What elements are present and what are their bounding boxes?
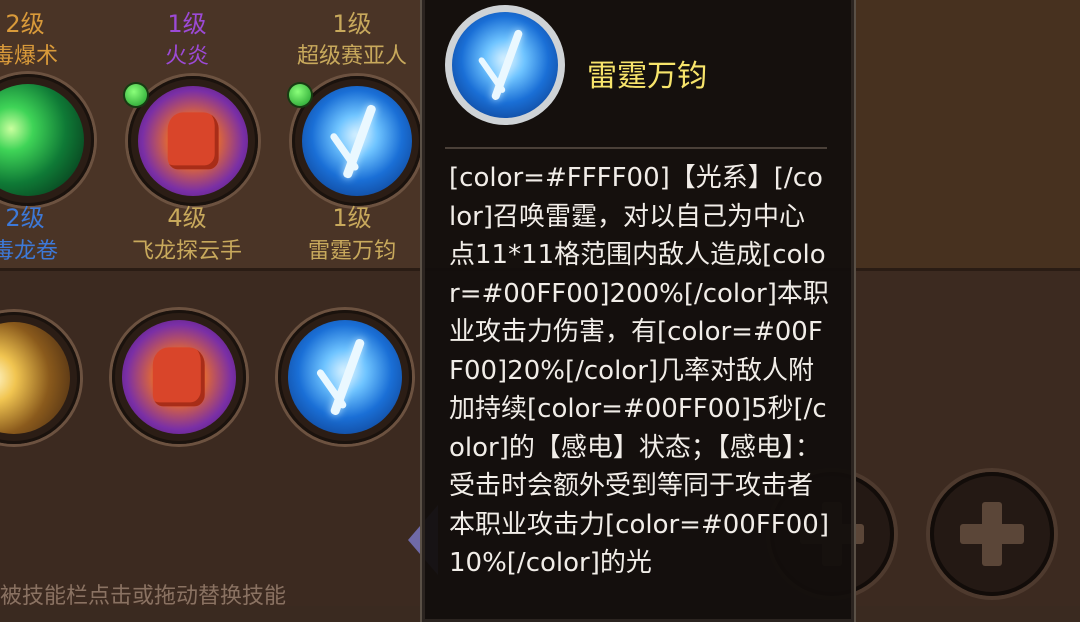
equipped-slot-3[interactable] [278, 310, 412, 444]
new-badge-icon [125, 84, 147, 106]
skill-slot-thunder[interactable] [292, 76, 422, 206]
add-skill-button[interactable] [930, 472, 1054, 596]
skill-level: 1级 [332, 204, 372, 232]
tooltip-title: 雷霆万钧 [587, 59, 707, 94]
skill-name: 毒爆术 [0, 44, 58, 69]
skill-name: 飞龙探云手 [131, 239, 242, 264]
tooltip-description: [color=#FFFF00]【光系】[/color]召唤雷霆，对以自己为中心点… [449, 163, 829, 578]
skill-level: 2级 [5, 204, 45, 232]
skill-tooltip: 雷霆万钧 [color=#FFFF00]【光系】[/color]召唤雷霆，对以自… [422, 0, 854, 622]
hint-text: 被技能栏点击或拖动替换技能 [0, 584, 287, 609]
thunder-icon [288, 320, 402, 434]
equipped-slot-2[interactable] [112, 310, 246, 444]
fist-icon [122, 320, 236, 434]
thunder-icon [452, 12, 558, 118]
right-panel-top [850, 0, 1080, 270]
tooltip-divider [445, 147, 827, 149]
skill-level: 1级 [167, 10, 207, 38]
thunder-icon [302, 86, 412, 196]
skill-name: 超级赛亚人 [296, 44, 407, 69]
skill-level: 2级 [5, 10, 45, 38]
skill-level: 1级 [332, 10, 372, 38]
skill-level: 4级 [167, 204, 207, 232]
new-badge-icon [289, 84, 311, 106]
skill-slot-dragon-hand[interactable] [128, 76, 258, 206]
skill-name: 火炎 [164, 44, 209, 69]
skill-name: 雷霆万钧 [307, 239, 396, 264]
fist-icon [138, 86, 248, 196]
skill-name: 毒龙卷 [0, 239, 58, 264]
